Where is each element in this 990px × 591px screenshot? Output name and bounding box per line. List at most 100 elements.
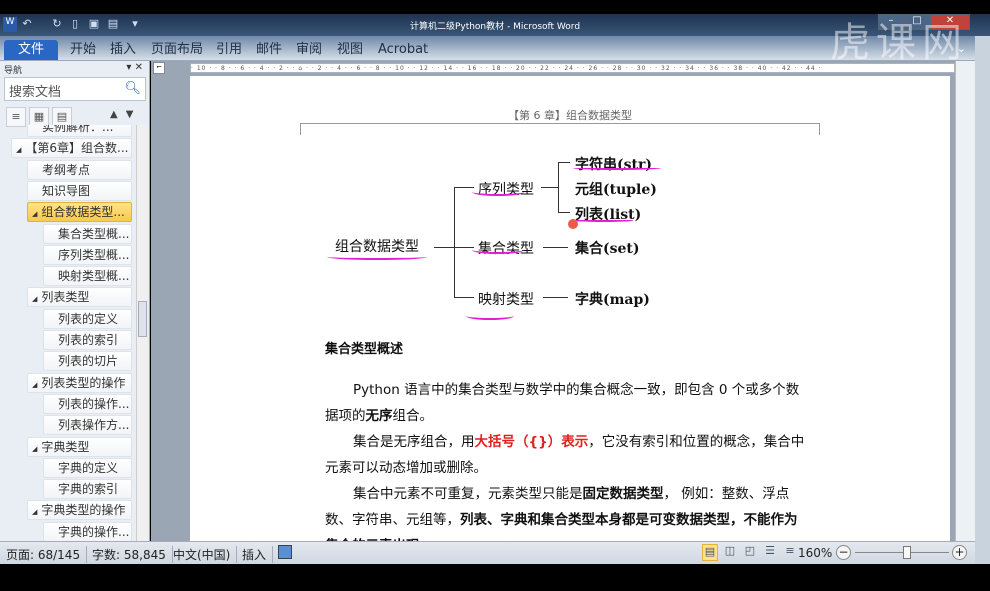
nav-item-label: 列表的索引 <box>58 333 119 347</box>
nav-scrollbar[interactable] <box>136 125 147 541</box>
nav-item-label: 字典类型的操作 <box>41 503 126 518</box>
bold-text: 无序 <box>365 408 393 424</box>
nav-item-label: 映射类型概... <box>58 269 130 284</box>
nav-item-label: 字典的索引 <box>58 482 119 497</box>
ink-annotation <box>472 246 524 254</box>
expand-triangle-icon[interactable]: ◢ <box>32 210 37 218</box>
connector <box>541 187 558 188</box>
nav-item[interactable]: ◢ 字典类型 <box>27 436 132 457</box>
ink-annotation <box>573 219 633 222</box>
watermark-logo: 虎课网 <box>830 20 968 66</box>
view-buttons: ▤ ◫ ◰ ☰ ≡ <box>702 544 798 561</box>
nav-item[interactable]: ◢ 组合数据类型... <box>27 202 132 223</box>
zoom-out-button[interactable]: − <box>836 545 851 560</box>
tab-mailings[interactable]: 邮件 <box>248 40 290 60</box>
window-frame <box>975 36 990 564</box>
zoom-level[interactable]: 160% <box>798 546 832 560</box>
connector <box>454 187 455 297</box>
search-input[interactable]: 搜索文档 🔍︎ <box>4 77 146 101</box>
search-placeholder: 搜索文档 <box>9 85 62 100</box>
text: 集合是无序组合，用 <box>353 434 475 450</box>
nav-item[interactable]: 列表的索引 <box>43 330 132 350</box>
nav-item[interactable]: 列表的切片 <box>43 351 132 372</box>
nav-item[interactable]: 字典的操作... <box>43 521 132 541</box>
section-title: 集合类型概述 <box>325 342 404 357</box>
nav-item[interactable]: 列表的操作... <box>43 393 132 414</box>
expand-triangle-icon[interactable]: ◢ <box>32 508 37 516</box>
connector <box>543 247 568 248</box>
nav-item-label: 【第6章】组合数... <box>25 141 129 156</box>
results-view-icon[interactable]: ▤ <box>52 107 72 127</box>
print-layout-icon[interactable]: ▤ <box>702 544 718 561</box>
nav-item-label: 集合类型概... <box>58 226 130 241</box>
connector <box>558 162 570 163</box>
web-layout-icon[interactable]: ◰ <box>742 544 758 561</box>
vertical-scrollbar[interactable] <box>955 61 975 541</box>
nav-item[interactable]: 列表操作方... <box>43 415 132 436</box>
ink-annotation <box>573 166 661 170</box>
bold-text: 固定数据类型 <box>582 486 664 502</box>
nav-item[interactable]: 知识导图 <box>27 180 132 201</box>
tab-insert[interactable]: 插入 <box>102 40 144 60</box>
full-screen-reading-icon[interactable]: ◫ <box>722 544 738 561</box>
diagram-map: 映射类型 <box>478 292 534 308</box>
nav-prev-next[interactable]: ▲▼ <box>110 109 141 120</box>
tab-selector[interactable]: ⌐ <box>153 62 165 74</box>
expand-triangle-icon[interactable]: ◢ <box>32 445 37 453</box>
nav-item[interactable]: 考纲考点 <box>27 159 132 180</box>
zoom-slider[interactable] <box>855 552 949 553</box>
expand-triangle-icon[interactable]: ◢ <box>32 295 37 303</box>
nav-item[interactable]: 实例解析：... <box>27 125 132 137</box>
tab-references[interactable]: 引用 <box>208 40 250 60</box>
tab-page-layout[interactable]: 页面布局 <box>143 40 211 60</box>
connector <box>558 212 570 213</box>
nav-item[interactable]: ◢ 列表类型 <box>27 287 132 308</box>
macro-record-icon[interactable] <box>278 545 292 559</box>
horizontal-ruler[interactable]: · 10 · · 8 · · 6 · · 4 · · 2 · · ⌂ · · 2… <box>190 63 955 73</box>
pages-view-icon[interactable]: ▦ <box>29 107 49 127</box>
diagram-root: 组合数据类型 <box>335 239 419 255</box>
word-count[interactable]: 字数: 58,845 <box>92 546 173 563</box>
connector <box>454 297 474 298</box>
diagram-str: 字符串(str) <box>575 157 652 173</box>
zoom-slider-thumb[interactable] <box>903 546 911 559</box>
expand-triangle-icon[interactable]: ◢ <box>16 146 21 154</box>
zoom-in-button[interactable]: + <box>952 545 967 560</box>
heading-list: 实例解析：... ◢ 【第6章】组合数... 考纲考点 知识导图 ◢ 组合数据类型... 集合… <box>0 125 136 541</box>
tab-file[interactable]: 文件 <box>4 40 58 60</box>
nav-item-label: 字典类型 <box>41 439 90 454</box>
document-area: ⌐ · 10 · · 8 · · 6 · · 4 · · 2 · · ⌂ · ·… <box>151 61 975 554</box>
nav-item[interactable]: 映射类型概... <box>43 266 132 287</box>
nav-item[interactable]: 集合类型概... <box>43 223 132 244</box>
tab-review[interactable]: 审阅 <box>288 40 330 60</box>
headings-view-icon[interactable]: ≡ <box>6 107 26 127</box>
tab-view[interactable]: 视图 <box>329 40 371 60</box>
nav-header: 导航 <box>4 66 23 76</box>
diagram-setv: 集合(set) <box>575 241 640 257</box>
language[interactable]: 中文(中国) <box>173 546 238 563</box>
status-bar: 页面: 68/145 字数: 58,845 中文(中国) 插入 ▤ ◫ ◰ ☰ ≡ 16… <box>0 541 975 564</box>
outline-icon[interactable]: ☰ <box>762 544 778 561</box>
nav-item[interactable]: 列表的定义 <box>43 308 132 329</box>
expand-triangle-icon[interactable]: ◢ <box>32 381 37 389</box>
page-header: 【第 6 章】组合数据类型 <box>508 109 632 122</box>
ink-annotation <box>327 254 427 260</box>
search-icon[interactable]: 🔍︎ <box>124 81 141 96</box>
connector <box>454 187 474 188</box>
nav-item-label: 字典的定义 <box>58 460 119 475</box>
tab-acrobat[interactable]: Acrobat <box>370 40 436 60</box>
nav-item[interactable]: 字典的定义 <box>43 457 132 478</box>
nav-scroll-thumb[interactable] <box>138 301 147 337</box>
nav-item[interactable]: ◢ 列表类型的操作 <box>27 372 132 393</box>
nav-item[interactable]: ◢ 字典类型的操作 <box>27 500 132 521</box>
nav-item[interactable]: 序列类型概... <box>43 244 132 265</box>
nav-pane-controls[interactable]: ▾ ✕ <box>126 62 143 73</box>
draft-icon[interactable]: ≡ <box>782 544 798 561</box>
tab-home[interactable]: 开始 <box>62 40 104 60</box>
nav-item[interactable]: ◢ 【第6章】组合数... <box>11 138 132 159</box>
insert-mode[interactable]: 插入 <box>242 546 274 563</box>
page-count[interactable]: 页面: 68/145 <box>6 546 88 563</box>
document-page[interactable]: 【第 6 章】组合数据类型 组合数据类型 序列类型 集合类型 映射类型 字符串(… <box>190 76 950 554</box>
nav-item[interactable]: 字典的索引 <box>43 479 132 500</box>
connector <box>434 247 454 248</box>
